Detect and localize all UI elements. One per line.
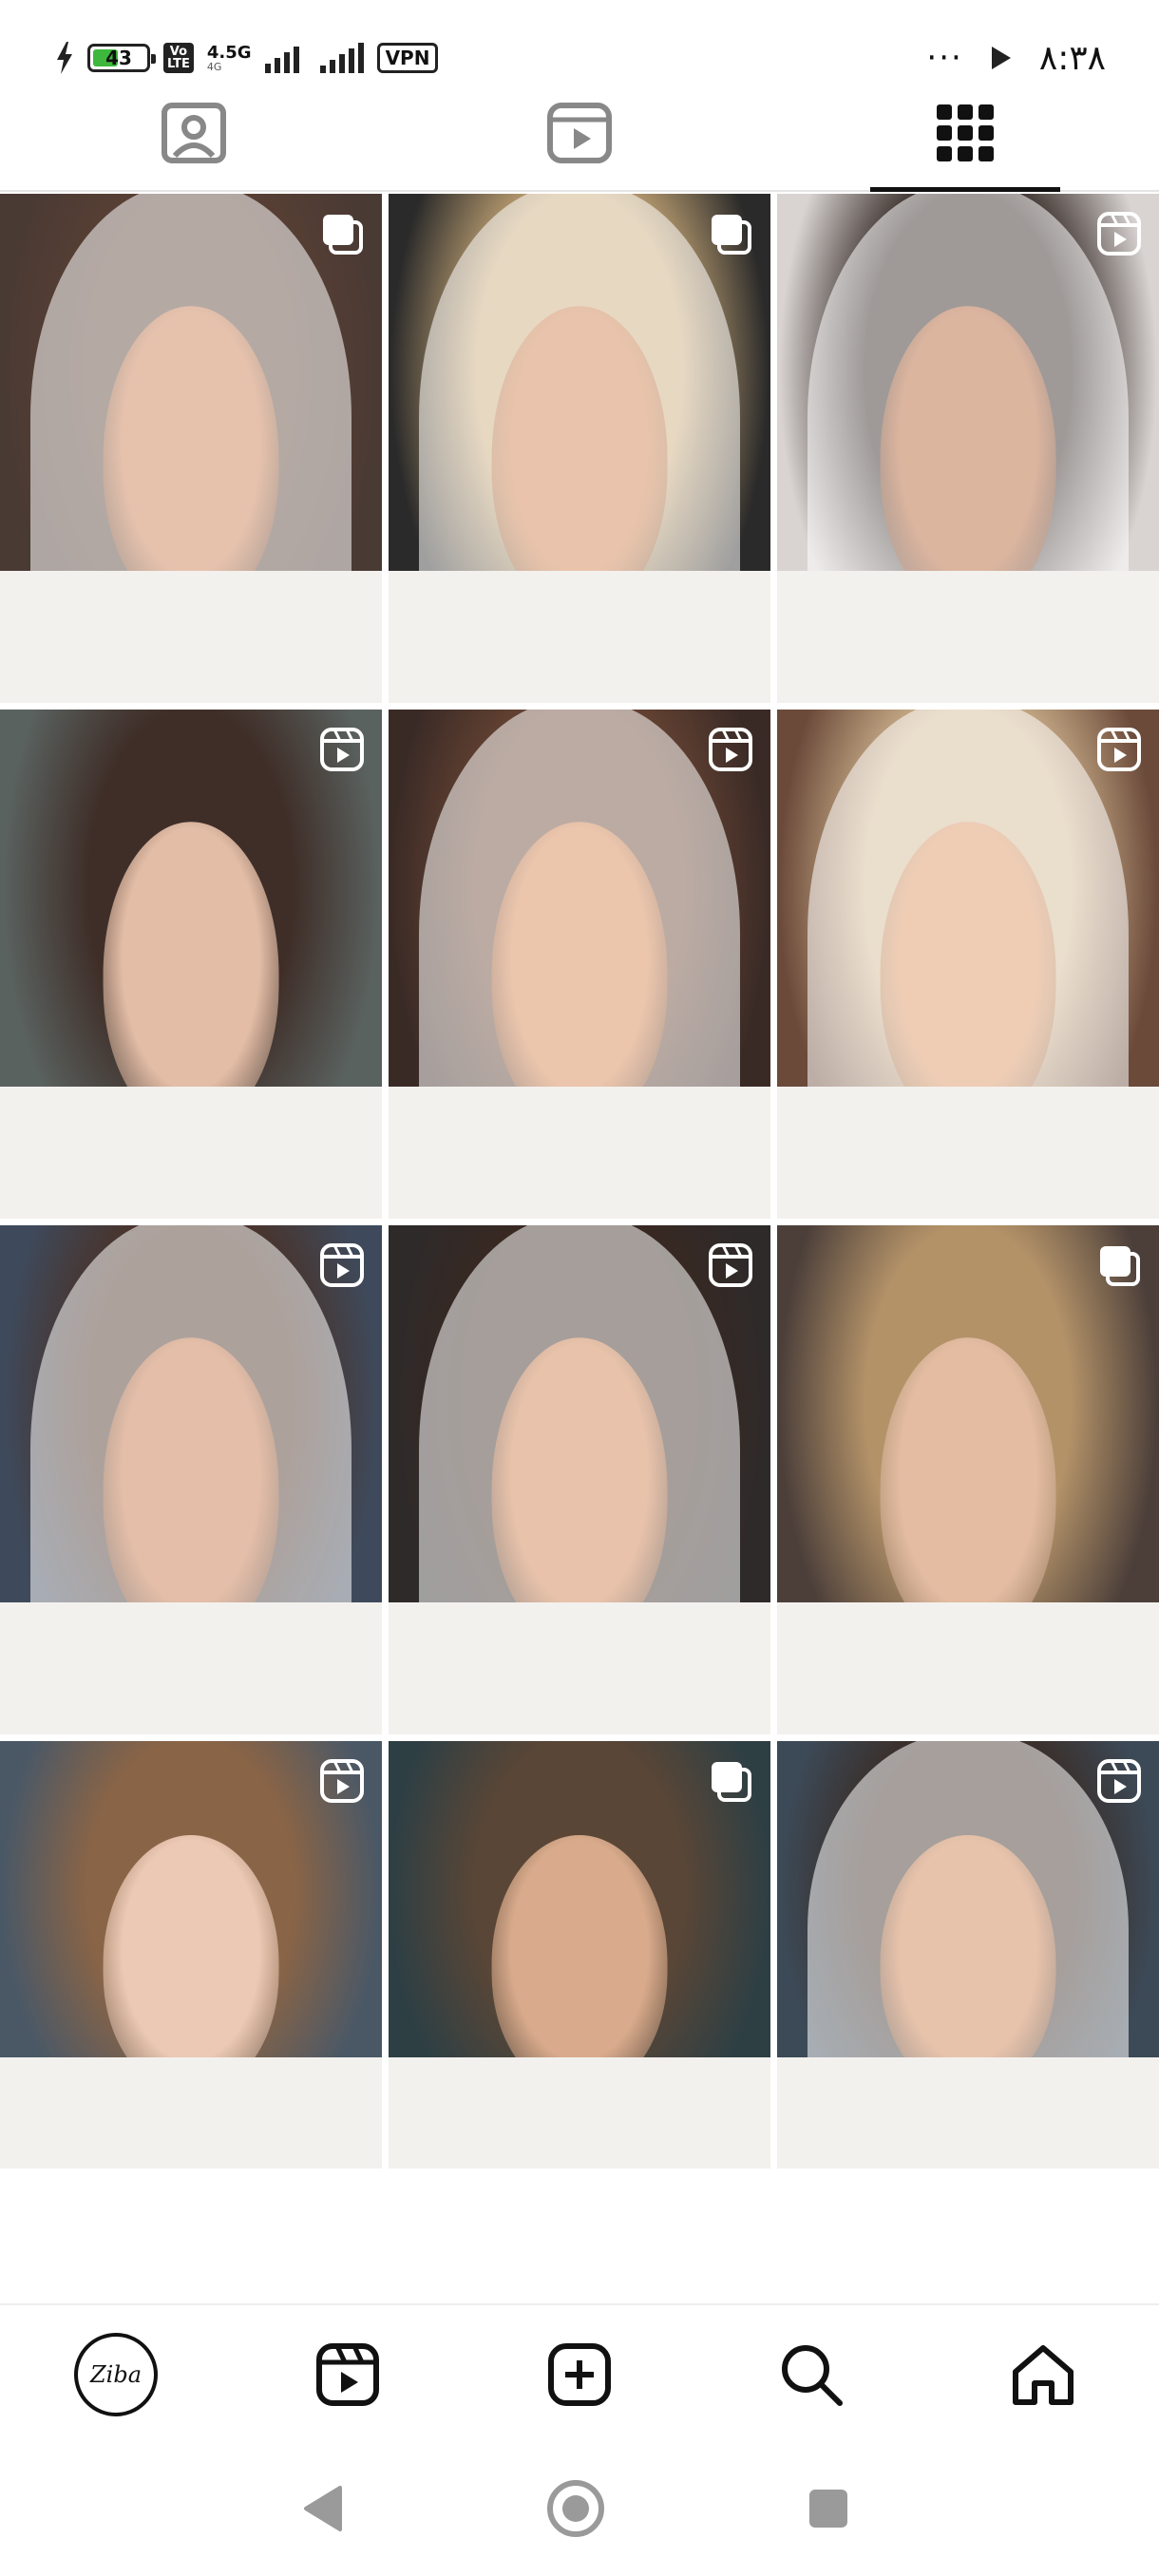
post-thumbnail[interactable] <box>389 1741 770 2169</box>
post-thumbnail[interactable] <box>0 194 382 703</box>
post-image <box>0 1741 382 2169</box>
play-store-icon <box>991 47 1011 69</box>
clock: ۸:۳۸ <box>1038 38 1106 78</box>
add-post-icon <box>548 2342 611 2406</box>
person-tag-icon <box>162 103 226 163</box>
vpn-badge: VPN <box>376 43 439 73</box>
home-icon <box>1013 2344 1074 2405</box>
recents-button[interactable] <box>771 2441 885 2576</box>
post-image <box>0 710 382 1219</box>
face-shape <box>103 305 279 612</box>
volte-badge: Vo LTE <box>163 43 194 73</box>
carousel-icon <box>712 1762 751 1802</box>
dress-shape <box>0 1601 382 1734</box>
bottom-nav: Ziba <box>0 2303 1159 2443</box>
avatar-logo-text: Ziba <box>89 2360 142 2388</box>
post-thumbnail[interactable] <box>389 710 770 1219</box>
profile-tabs <box>0 76 1159 192</box>
charging-icon <box>57 42 72 74</box>
face-shape <box>103 821 279 1127</box>
post-image <box>389 194 770 703</box>
dress-shape <box>389 1086 770 1219</box>
home-circle-icon <box>547 2480 604 2537</box>
post-thumbnail[interactable] <box>0 1225 382 1734</box>
dress-shape <box>389 1601 770 1734</box>
dress-shape <box>777 570 1159 703</box>
dress-shape <box>777 1601 1159 1734</box>
post-thumbnail[interactable] <box>777 710 1159 1219</box>
post-image <box>777 1225 1159 1734</box>
dress-shape <box>0 2057 382 2169</box>
back-icon <box>304 2486 342 2531</box>
post-thumbnail[interactable] <box>0 710 382 1219</box>
post-thumbnail[interactable] <box>389 194 770 703</box>
reels-icon <box>709 1243 752 1287</box>
post-image <box>389 1741 770 2169</box>
back-button[interactable] <box>266 2441 380 2576</box>
post-image <box>777 1741 1159 2169</box>
face-shape <box>491 305 668 612</box>
post-image <box>777 194 1159 703</box>
post-image <box>389 1225 770 1734</box>
reels-icon <box>709 728 752 771</box>
signal-2-icon <box>319 43 364 73</box>
face-shape <box>880 1835 1056 2092</box>
nav-create[interactable] <box>464 2305 695 2443</box>
post-thumbnail[interactable] <box>777 194 1159 703</box>
face-shape <box>880 821 1056 1127</box>
dress-shape <box>0 1086 382 1219</box>
avatar: Ziba <box>74 2332 158 2416</box>
face-shape <box>491 1835 668 2092</box>
dress-shape <box>389 2057 770 2169</box>
nav-reels[interactable] <box>232 2305 464 2443</box>
post-thumbnail[interactable] <box>777 1225 1159 1734</box>
reels-icon <box>320 728 364 771</box>
reels-icon <box>1097 728 1141 771</box>
recents-icon <box>809 2490 847 2528</box>
post-image <box>0 194 382 703</box>
tab-posts[interactable] <box>851 76 1079 192</box>
signal-1-icon <box>264 43 299 73</box>
carousel-icon <box>712 215 751 255</box>
face-shape <box>880 1336 1056 1643</box>
status-right: ··· ۸:۳۸ <box>926 34 1106 82</box>
grid-icon <box>937 104 994 161</box>
reels-icon <box>320 1243 364 1287</box>
reels-icon <box>1097 1759 1141 1803</box>
nav-home[interactable] <box>927 2305 1159 2443</box>
network-type: 4.5G 4G <box>206 42 252 73</box>
reels-icon <box>547 103 612 163</box>
reels-icon <box>1097 212 1141 256</box>
post-image <box>777 710 1159 1219</box>
dress-shape <box>777 2057 1159 2169</box>
battery-icon: 43 <box>87 44 156 72</box>
dress-shape <box>389 570 770 703</box>
status-left: 43 Vo LTE 4.5G 4G VPN <box>55 34 439 82</box>
more-dots-icon: ··· <box>926 39 963 77</box>
face-shape <box>491 821 668 1127</box>
post-thumbnail[interactable] <box>777 1741 1159 2169</box>
search-icon <box>782 2344 843 2406</box>
face-shape <box>103 1835 279 2092</box>
post-image <box>389 710 770 1219</box>
tab-reels[interactable] <box>466 76 694 190</box>
dress-shape <box>0 570 382 703</box>
post-thumbnail[interactable] <box>0 1741 382 2169</box>
dress-shape <box>777 1086 1159 1219</box>
reels-icon <box>320 1759 364 1803</box>
carousel-icon <box>323 215 363 255</box>
system-nav-bar <box>0 2441 1159 2576</box>
nav-search[interactable] <box>695 2305 927 2443</box>
reels-icon <box>316 2342 379 2406</box>
battery-level: 43 <box>105 47 132 69</box>
post-thumbnail[interactable] <box>389 1225 770 1734</box>
post-image <box>0 1225 382 1734</box>
face-shape <box>491 1336 668 1643</box>
face-shape <box>103 1336 279 1643</box>
home-button[interactable] <box>519 2441 633 2576</box>
nav-profile[interactable]: Ziba <box>0 2305 232 2443</box>
carousel-icon <box>1100 1246 1140 1286</box>
tab-tagged[interactable] <box>80 76 308 190</box>
face-shape <box>880 305 1056 612</box>
